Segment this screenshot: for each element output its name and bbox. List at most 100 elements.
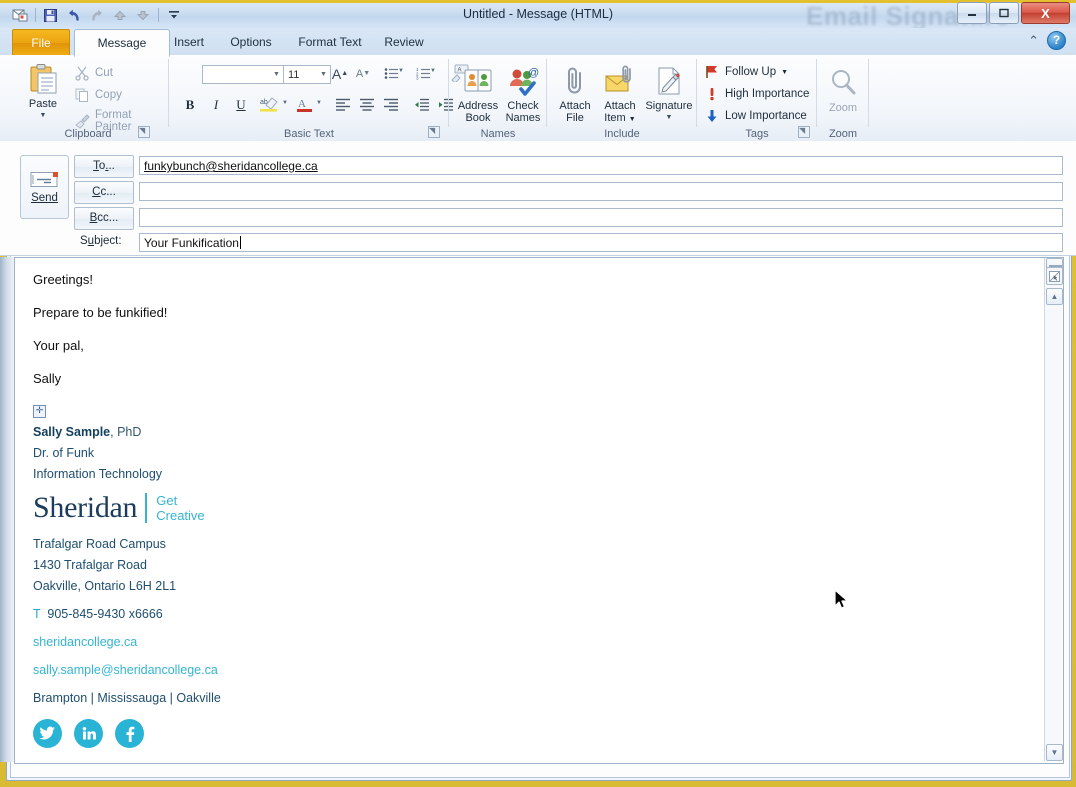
magnifier-icon (832, 70, 856, 95)
bold-button[interactable]: B (180, 95, 200, 114)
title-bar[interactable]: Email Signature Untitled - Message (HTML… (0, 0, 1076, 31)
ribbon-group-zoom: Zoom Zoom (818, 55, 868, 141)
paste-dropdown-arrow[interactable]: ▼ (40, 110, 47, 122)
select-browse-object-icon (1049, 270, 1060, 282)
signature-name: Sally Sample (33, 425, 111, 439)
font-color-button[interactable]: A (294, 95, 314, 114)
maximize-button[interactable] (989, 2, 1019, 24)
tags-dialog-launcher[interactable]: ◥ (798, 126, 810, 138)
minimize-button[interactable] (957, 2, 987, 24)
italic-icon: I (213, 96, 219, 112)
font-name-box[interactable]: ▼ (202, 65, 284, 84)
cc-button[interactable]: Cc... (74, 181, 134, 204)
decrease-indent-icon (415, 98, 429, 111)
high-importance-button[interactable]: High Importance (704, 86, 809, 102)
logo-tagline: Get Creative (156, 493, 204, 523)
grow-font-button[interactable]: A ▲ (330, 64, 350, 83)
ribbon-group-names: Address Book @ Check Names Names (450, 55, 546, 141)
to-input[interactable]: funkybunch@sheridancollege.ca (139, 156, 1063, 175)
scrollbar-up-button[interactable]: ▲ (1046, 288, 1063, 305)
bullets-dropdown-arrow[interactable]: ▼ (398, 68, 404, 74)
down-icon (133, 6, 153, 25)
ribbon-separator-4 (696, 59, 697, 127)
scrollbar-select-object-button[interactable] (1046, 267, 1063, 285)
underline-button[interactable]: U (231, 95, 251, 114)
vertical-scrollbar[interactable]: ▲ ▼ (1044, 258, 1063, 761)
align-right-button[interactable] (381, 95, 401, 114)
follow-up-button[interactable]: Follow Up ▼ (704, 64, 788, 80)
follow-up-dropdown-arrow[interactable]: ▼ (781, 69, 788, 76)
group-label-include: Include (604, 128, 640, 140)
signature-website-line: sheridancollege.ca (33, 635, 221, 649)
group-label-basic-text: Basic Text (284, 128, 334, 140)
paste-button[interactable]: Paste ▼ (16, 63, 70, 122)
help-icon[interactable]: ? (1047, 31, 1066, 50)
align-left-button[interactable] (333, 95, 353, 114)
linkedin-icon[interactable] (74, 719, 103, 748)
table-move-handle[interactable]: ✛ (33, 405, 46, 418)
low-importance-button[interactable]: Low Importance (704, 108, 807, 124)
scrollbar-down-button[interactable]: ▼ (1046, 744, 1063, 761)
basic-text-dialog-launcher[interactable]: ◥ (428, 126, 440, 138)
tab-message[interactable]: Message (74, 29, 170, 57)
attach-file-button[interactable]: Attach File (552, 65, 598, 124)
email-link[interactable]: sally.sample@sheridancollege.ca (33, 663, 218, 677)
group-label-names: Names (480, 128, 516, 140)
twitter-icon[interactable] (33, 719, 62, 748)
address-book-button[interactable]: Address Book (454, 65, 502, 124)
down-arrow-icon (707, 110, 717, 122)
align-center-button[interactable] (357, 95, 377, 114)
font-name-dropdown-arrow[interactable]: ▼ (270, 71, 283, 78)
align-center-icon (360, 98, 374, 111)
signature-button[interactable]: Signature ▼ (644, 65, 694, 124)
numbering-dropdown-arrow[interactable]: ▼ (430, 68, 436, 74)
website-link[interactable]: sheridancollege.ca (33, 635, 137, 649)
highlight-dropdown-arrow[interactable]: ▼ (282, 100, 288, 106)
send-icon (30, 172, 58, 187)
save-icon[interactable] (41, 6, 61, 25)
ribbon-separator-1 (168, 59, 169, 127)
phone-prefix: T (33, 607, 41, 621)
subject-value: Your Funkification (144, 236, 239, 250)
message-body-editor[interactable]: Greetings! Prepare to be funkified! Your… (14, 257, 1064, 764)
undo-icon[interactable] (64, 6, 84, 25)
check-names-button[interactable]: @ Check Names (500, 65, 546, 124)
customize-icon[interactable] (164, 6, 184, 25)
cut-button: Cut (74, 65, 113, 81)
highlighter-icon: ab (260, 97, 278, 112)
qat-separator (35, 8, 36, 22)
signature-dropdown-arrow[interactable]: ▼ (666, 112, 673, 124)
facebook-icon[interactable] (115, 719, 144, 748)
ribbon-separator-3 (546, 59, 547, 127)
cc-input[interactable] (139, 182, 1063, 201)
attach-item-button[interactable]: Attach Item ▼ (596, 65, 644, 126)
follow-up-label: Follow Up (725, 66, 777, 78)
tab-review[interactable]: Review (364, 29, 444, 55)
body-paragraph-2: Prepare to be funkified! (33, 305, 168, 320)
bcc-button[interactable]: Bcc... (74, 207, 134, 230)
bcc-input[interactable] (139, 208, 1063, 227)
italic-button[interactable]: I (206, 95, 226, 114)
attach-item-dropdown-arrow[interactable]: ▼ (629, 116, 636, 123)
collapse-ribbon-icon[interactable]: ⌃ (1028, 33, 1039, 49)
subject-label: Subject: (80, 235, 122, 247)
to-button[interactable]: To... (74, 155, 134, 178)
tab-file[interactable]: File (12, 29, 70, 56)
exclamation-icon (710, 88, 714, 101)
subject-input[interactable]: Your Funkification (139, 233, 1063, 252)
font-size-box[interactable]: 11 ▼ (283, 65, 331, 84)
send-button[interactable]: Send (20, 155, 69, 219)
clipboard-dialog-launcher[interactable]: ◥ (138, 126, 150, 138)
text-highlight-button[interactable]: ab (258, 95, 280, 114)
message-text[interactable]: Greetings! Prepare to be funkified! Your… (33, 272, 933, 404)
address-book-label-1: Address (457, 100, 499, 112)
outlook-compose-window: Email Signature Untitled - Message (HTML… (0, 0, 1076, 787)
close-button[interactable]: X (1021, 2, 1070, 24)
shrink-font-button[interactable]: A ▼ (353, 64, 373, 83)
font-size-dropdown-arrow[interactable]: ▼ (317, 71, 330, 78)
bold-icon: B (185, 96, 195, 112)
decrease-indent-button[interactable] (412, 95, 432, 114)
font-color-dropdown-arrow[interactable]: ▼ (316, 100, 322, 106)
envelope-icon[interactable] (10, 6, 30, 25)
signature-phone: 905-845-9430 x6666 (47, 607, 163, 621)
